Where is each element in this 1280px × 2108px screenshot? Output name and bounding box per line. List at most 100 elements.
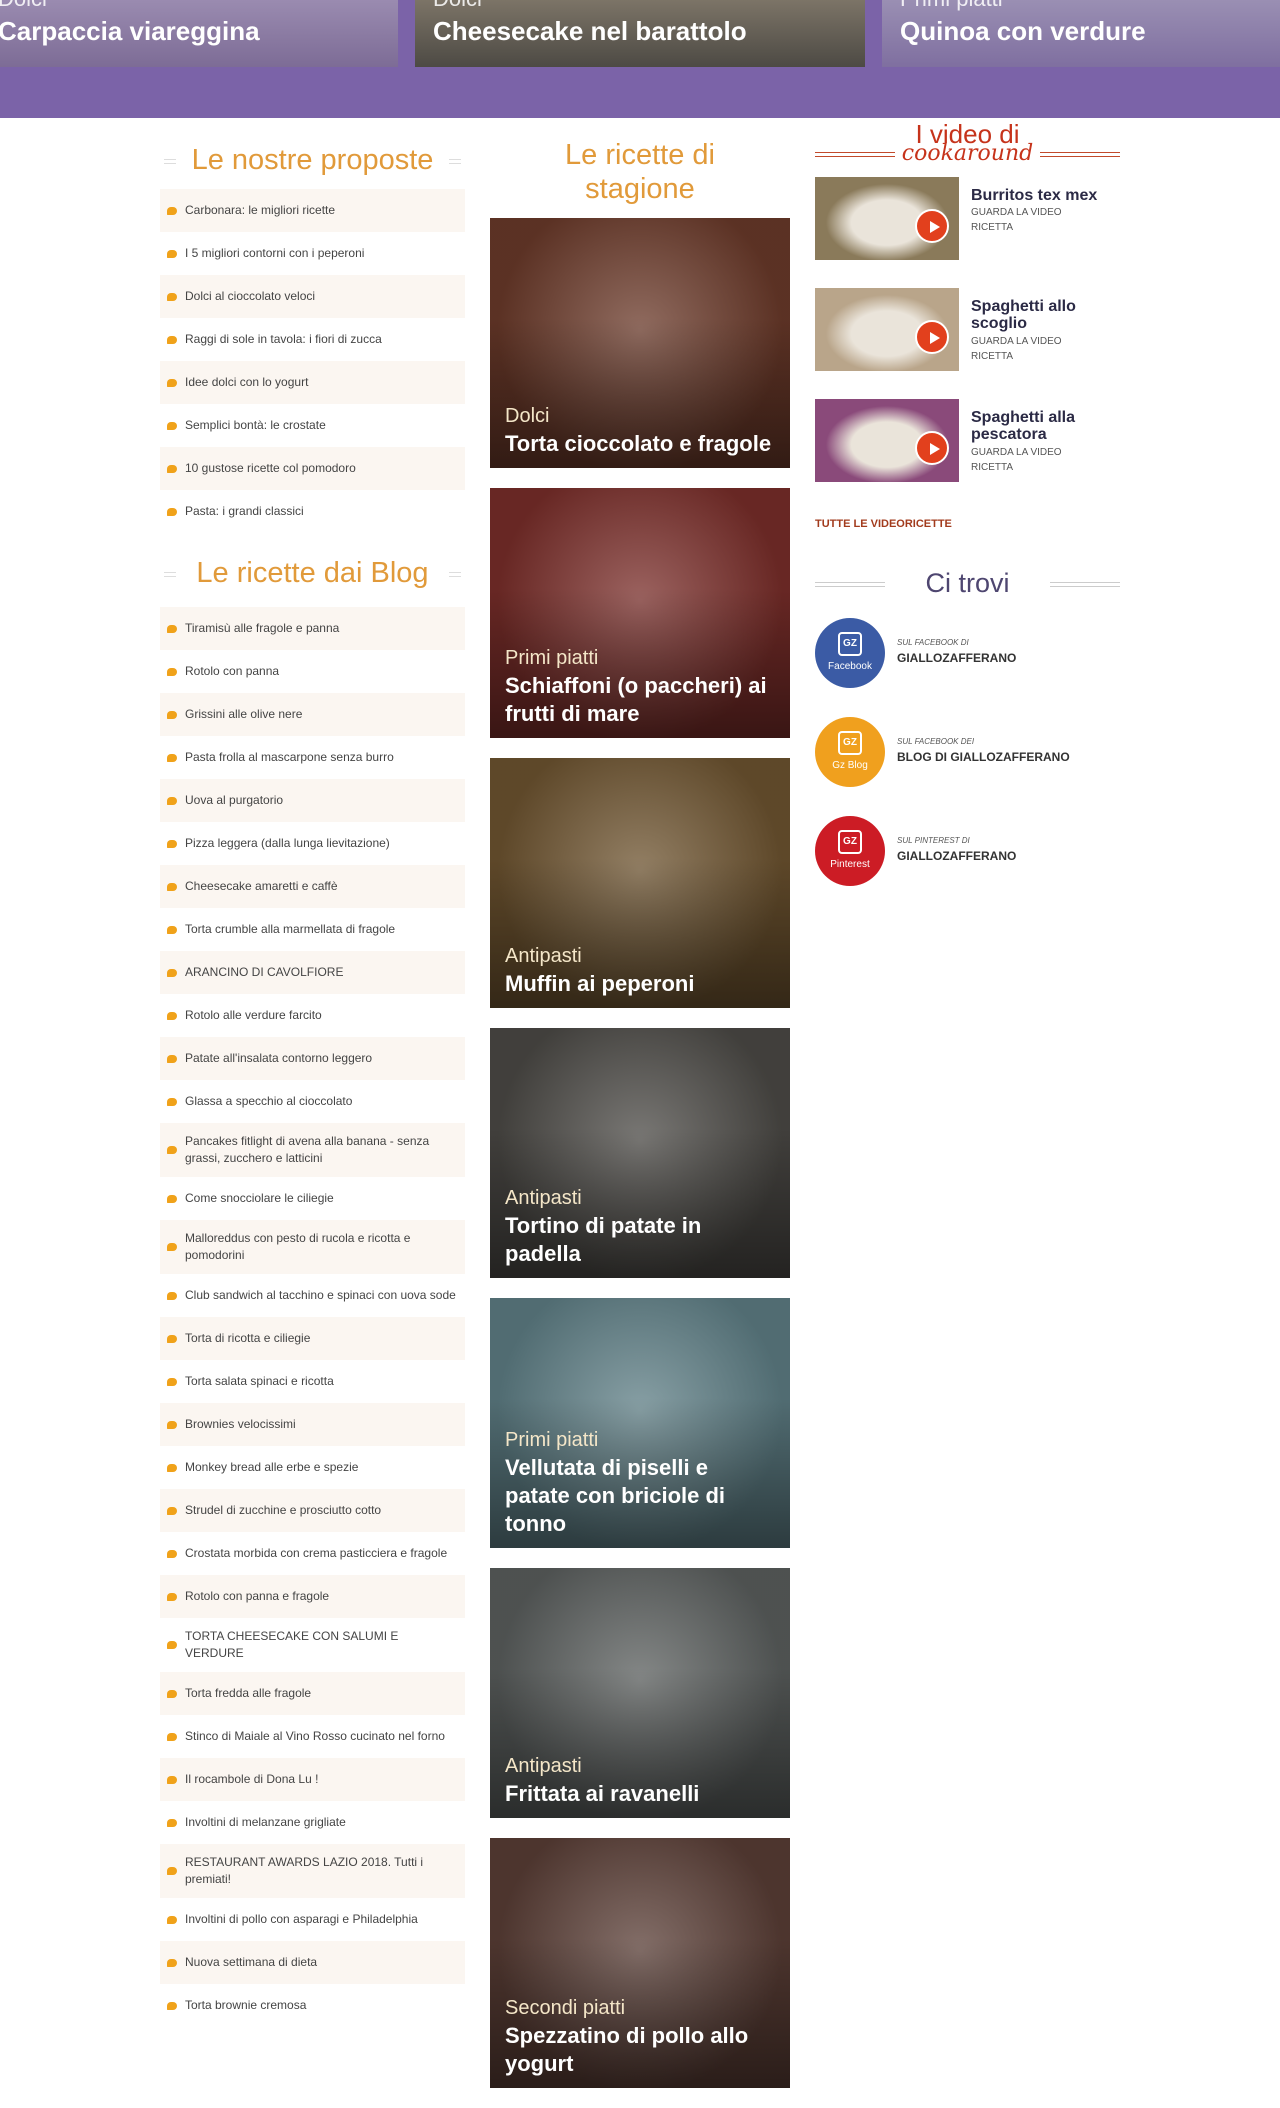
all-videos-link[interactable]: TUTTE LE VIDEORICETTE — [815, 518, 952, 530]
blog-recipe-item[interactable]: Pasta frolla al mascarpone senza burro — [160, 736, 465, 779]
proposta-item[interactable]: Carbonara: le migliori ricette — [160, 189, 465, 232]
proposta-item[interactable]: Semplici bontà: le crostate — [160, 404, 465, 447]
heading-divider — [449, 572, 461, 577]
heading-divider — [164, 159, 176, 164]
blog-recipe-item[interactable]: Patate all'insalata contorno leggero — [160, 1037, 465, 1080]
blog-recipe-item-label: Nuova settimana di dieta — [185, 1955, 318, 1969]
right-column: I video di cookaround Burritos tex mex GU… — [815, 118, 1120, 886]
recipe-card[interactable]: Dolci Torta cioccolato e fragole — [490, 218, 790, 468]
blog-recipe-item[interactable]: Brownies velocissimi — [160, 1403, 465, 1446]
proposta-item[interactable]: I 5 migliori contorni con i peperoni — [160, 232, 465, 275]
carousel-slide[interactable]: Dolci Cheesecake nel barattolo — [415, 0, 865, 67]
blog-recipe-item[interactable]: Cheesecake amaretti e caffè — [160, 865, 465, 908]
video-item[interactable]: Spaghetti allo scoglio GUARDA LA VIDEO RI… — [815, 288, 1120, 399]
carousel-slide[interactable]: Dolci Carpaccia viareggina — [0, 0, 398, 67]
recipe-title: Muffin ai peperoni — [505, 971, 695, 996]
carousel-slide[interactable]: Primi piatti Quinoa con verdure — [882, 0, 1280, 67]
blog-recipe-item[interactable]: Grissini alle olive nere — [160, 693, 465, 736]
blog-recipe-item[interactable]: Uova al purgatorio — [160, 779, 465, 822]
video-thumbnail[interactable] — [815, 288, 959, 371]
play-icon[interactable] — [915, 209, 949, 243]
blog-recipe-item[interactable]: Malloreddus con pesto di rucola e ricott… — [160, 1220, 465, 1274]
play-icon[interactable] — [915, 431, 949, 465]
social-link[interactable]: GZ Gz Blog SUL FACEBOOK DEI BLOG DI GIALLOZ… — [815, 717, 1120, 789]
top-carousel-band: Dolci Carpaccia viareggina Dolci Cheesec… — [0, 0, 1280, 118]
social-badge-icon[interactable]: GZ Pinterest — [815, 816, 885, 886]
cookie-bullet-icon — [167, 1867, 177, 1875]
proposta-item[interactable]: Raggi di sole in tavola: i fiori di zucc… — [160, 318, 465, 361]
recipe-card-caption: Dolci Torta cioccolato e fragole — [505, 402, 778, 458]
proposta-item[interactable]: Pasta: i grandi classici — [160, 490, 465, 533]
blog-recipe-item[interactable]: Torta brownie cremosa — [160, 1984, 465, 2027]
blog-recipe-item[interactable]: Pizza leggera (dalla lunga lievitazione) — [160, 822, 465, 865]
blog-recipe-item-label: Cheesecake amaretti e caffè — [185, 879, 338, 893]
video-subtitle: GUARDA LA VIDEO RICETTA — [971, 336, 1062, 362]
blog-recipe-item-label: Strudel di zucchine e prosciutto cotto — [185, 1503, 382, 1517]
cookie-bullet-icon — [167, 839, 177, 848]
video-item[interactable]: Burritos tex mex GUARDA LA VIDEO RICETTA — [815, 177, 1120, 288]
carousel-slide-title: Quinoa con verdure — [900, 16, 1146, 46]
social-name[interactable]: BLOG DI GIALLOZAFFERANO — [897, 750, 1070, 764]
blog-recipe-item[interactable]: Torta di ricotta e ciliegie — [160, 1317, 465, 1360]
cookie-bullet-icon — [167, 1463, 177, 1472]
blog-recipe-item[interactable]: Crostata morbida con crema pasticciera e… — [160, 1532, 465, 1575]
blog-recipe-item[interactable]: Involtini di pollo con asparagi e Philad… — [160, 1898, 465, 1941]
center-column: Le ricette di stagione Dolci Torta ciocco… — [490, 138, 790, 2108]
blog-recipe-item[interactable]: Strudel di zucchine e prosciutto cotto — [160, 1489, 465, 1532]
blog-recipe-item[interactable]: Club sandwich al tacchino e spinaci con … — [160, 1274, 465, 1317]
social-link[interactable]: GZ Pinterest SUL PINTEREST DI GIALLOZAFFERA… — [815, 816, 1120, 888]
proposta-item[interactable]: Dolci al cioccolato veloci — [160, 275, 465, 318]
recipe-card-caption: Antipasti Muffin ai peperoni — [505, 942, 778, 998]
video-item[interactable]: Spaghetti alla pescatora GUARDA LA VIDEO … — [815, 399, 1120, 510]
proposta-item[interactable]: Idee dolci con lo yogurt — [160, 361, 465, 404]
video-thumbnail[interactable] — [815, 177, 959, 260]
season-recipe-cards: Dolci Torta cioccolato e fragole Primi pia… — [490, 218, 790, 2088]
blog-recipe-item-label: Grissini alle olive nere — [185, 707, 303, 721]
recipe-card[interactable]: Antipasti Tortino di patate in padella — [490, 1028, 790, 1278]
cookie-bullet-icon — [167, 710, 177, 719]
cookie-bullet-icon — [167, 925, 177, 934]
proposta-item[interactable]: 10 gustose ricette col pomodoro — [160, 447, 465, 490]
video-title[interactable]: Spaghetti alla pescatora — [971, 409, 1111, 443]
recipe-card[interactable]: Antipasti Frittata ai ravanelli — [490, 1568, 790, 1818]
blog-recipe-item[interactable]: Pancakes fitlight di avena alla banana -… — [160, 1123, 465, 1177]
blog-recipe-item[interactable]: Glassa a specchio al cioccolato — [160, 1080, 465, 1123]
recipe-card[interactable]: Secondi piatti Spezzatino di pollo allo y… — [490, 1838, 790, 2088]
video-title[interactable]: Spaghetti allo scoglio — [971, 298, 1111, 332]
blog-recipe-item[interactable]: Rotolo con panna e fragole — [160, 1575, 465, 1618]
blog-recipe-item[interactable]: Torta crumble alla marmellata di fragole — [160, 908, 465, 951]
blog-recipe-item[interactable]: Monkey bread alle erbe e spezie — [160, 1446, 465, 1489]
recipe-card[interactable]: Primi piatti Schiaffoni (o paccheri) ai f… — [490, 488, 790, 738]
blog-recipe-item[interactable]: Rotolo con panna — [160, 650, 465, 693]
recipe-card[interactable]: Antipasti Muffin ai peperoni — [490, 758, 790, 1008]
social-badge-label: Pinterest — [830, 859, 870, 870]
blog-recipe-item[interactable]: Il rocambole di Dona Lu ! — [160, 1758, 465, 1801]
blog-recipe-item[interactable]: Involtini di melanzane grigliate — [160, 1801, 465, 1844]
blog-recipe-item[interactable]: Nuova settimana di dieta — [160, 1941, 465, 1984]
play-icon[interactable] — [915, 320, 949, 354]
blog-recipe-item-label: Involtini di pollo con asparagi e Philad… — [185, 1912, 418, 1926]
cookie-bullet-icon — [167, 882, 177, 891]
cookie-bullet-icon — [167, 753, 177, 762]
social-badge-icon[interactable]: GZ Gz Blog — [815, 717, 885, 787]
blog-recipe-item[interactable]: ARANCINO DI CAVOLFIORE — [160, 951, 465, 994]
video-thumbnail[interactable] — [815, 399, 959, 482]
recipe-card[interactable]: Primi piatti Vellutata di piselli e patat… — [490, 1298, 790, 1548]
blog-recipe-item[interactable]: Tiramisù alle fragole e panna — [160, 607, 465, 650]
blog-recipe-item[interactable]: TORTA CHEESECAKE CON SALUMI E VERDURE — [160, 1618, 465, 1672]
carousel-slide-category: Dolci — [433, 0, 482, 12]
blog-recipe-item[interactable]: Stinco di Maiale al Vino Rosso cucinato … — [160, 1715, 465, 1758]
recipe-category: Antipasti — [505, 1755, 582, 1777]
video-title[interactable]: Burritos tex mex — [971, 187, 1111, 204]
social-name[interactable]: GIALLOZAFFERANO — [897, 849, 1016, 863]
recipe-category: Antipasti — [505, 1187, 582, 1209]
cookie-bullet-icon — [167, 1243, 177, 1251]
blog-recipe-item[interactable]: Come snocciolare le ciliegie — [160, 1177, 465, 1220]
blog-recipe-item[interactable]: Rotolo alle verdure farcito — [160, 994, 465, 1037]
social-badge-icon[interactable]: GZ Facebook — [815, 618, 885, 688]
social-link[interactable]: GZ Facebook SUL FACEBOOK DI GIALLOZAFFERANO — [815, 618, 1120, 690]
blog-recipe-item[interactable]: Torta salata spinaci e ricotta — [160, 1360, 465, 1403]
blog-recipe-item[interactable]: Torta fredda alle fragole — [160, 1672, 465, 1715]
social-name[interactable]: GIALLOZAFFERANO — [897, 651, 1016, 665]
blog-recipe-item[interactable]: RESTAURANT AWARDS LAZIO 2018. Tutti i pr… — [160, 1844, 465, 1898]
